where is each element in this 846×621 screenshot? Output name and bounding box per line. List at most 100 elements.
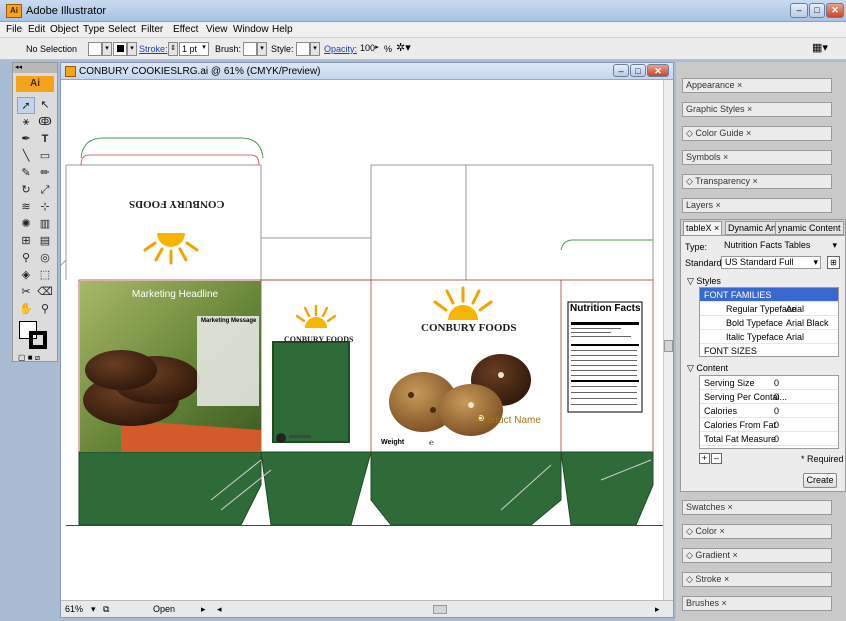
content-row-value[interactable]: 0 <box>774 418 779 432</box>
color-guide-panel-tab[interactable]: ◇ Color Guide × <box>682 126 832 141</box>
scroll-left-arrow[interactable]: ◂ <box>217 604 222 615</box>
fill-swatch[interactable] <box>88 42 102 56</box>
layers-panel-tab[interactable]: Layers × <box>682 198 832 213</box>
eraser-tool-icon[interactable]: ⌫ <box>36 284 54 301</box>
standard-options-icon[interactable]: ⊞ <box>827 256 840 269</box>
style-swatch[interactable] <box>296 42 310 56</box>
menu-view[interactable]: View <box>206 24 228 35</box>
stroke-dropdown-arrow[interactable]: ▾ <box>127 42 137 56</box>
brush-swatch[interactable] <box>243 42 257 56</box>
rotate-tool-icon[interactable]: ↻ <box>17 182 35 199</box>
menu-effect[interactable]: Effect <box>173 24 198 35</box>
list-item[interactable]: Serving Size 0 <box>700 376 838 390</box>
eyedropper-tool-icon[interactable]: ⚲ <box>17 250 35 267</box>
blend-tool-icon[interactable]: ◎ <box>36 250 54 267</box>
type-tool-icon[interactable]: T <box>36 131 54 148</box>
menu-file[interactable]: File <box>6 24 22 35</box>
opacity-arrow[interactable]: ▸ <box>372 42 382 56</box>
brush-dropdown-arrow[interactable]: ▾ <box>257 42 267 56</box>
content-row-value[interactable]: 0 <box>774 404 779 418</box>
scale-tool-icon[interactable]: ⤢ <box>36 182 54 199</box>
list-item[interactable]: FONT SIZES <box>700 344 838 356</box>
vertical-scrollbar[interactable] <box>663 80 673 600</box>
live-paint-tool-icon[interactable]: ◈ <box>17 267 35 284</box>
workspace-icon[interactable]: ▦▾ <box>812 41 828 54</box>
graphic-styles-panel-tab[interactable]: Graphic Styles × <box>682 102 832 117</box>
mesh-tool-icon[interactable]: ⊞ <box>17 233 35 250</box>
paintbrush-tool-icon[interactable]: ✎ <box>17 165 35 182</box>
artboard-canvas[interactable]: CONBURY FOODS Marketing Headline Marketi… <box>61 80 665 600</box>
live-paint-selection-icon[interactable]: ⬚ <box>36 267 54 284</box>
menu-edit[interactable]: Edit <box>28 24 45 35</box>
gradient-tool-icon[interactable]: ▤ <box>36 233 54 250</box>
hand-tool-icon[interactable]: ✋ <box>17 301 35 318</box>
content-row-value[interactable]: 0 <box>774 376 779 390</box>
menu-object[interactable]: Object <box>50 24 79 35</box>
swatches-panel-tab[interactable]: Swatches × <box>682 500 832 515</box>
list-item[interactable]: Serving Per Contai... 0 <box>700 390 838 404</box>
stroke-stepper[interactable]: ⇕ <box>168 42 178 56</box>
pencil-tool-icon[interactable]: ✏ <box>36 165 54 182</box>
doc-minimize-button[interactable]: – <box>613 64 629 77</box>
status-menu-arrow[interactable]: ▸ <box>201 604 206 615</box>
list-item[interactable]: Calories 0 <box>700 404 838 418</box>
gradient-panel-tab[interactable]: ◇ Gradient × <box>682 548 832 563</box>
color-mode-icons[interactable]: ▢ ■ ⧄ <box>18 353 54 362</box>
create-button[interactable]: Create <box>803 473 837 488</box>
stroke-color-icon[interactable] <box>29 331 47 349</box>
lasso-tool-icon[interactable]: ↂ <box>36 114 54 131</box>
maximize-button[interactable]: □ <box>809 3 825 18</box>
zoom-dropdown-arrow[interactable]: ▾ <box>91 604 96 615</box>
line-tool-icon[interactable]: ╲ <box>17 148 35 165</box>
status-text[interactable]: Open <box>153 604 175 614</box>
brushes-panel-tab[interactable]: Brushes × <box>682 596 832 611</box>
minimize-button[interactable]: – <box>790 3 808 18</box>
menu-type[interactable]: Type <box>83 24 105 35</box>
tools-panel-header[interactable]: ◂◂ <box>13 63 57 73</box>
vertical-scroll-thumb[interactable] <box>664 340 673 352</box>
list-item[interactable]: Bold Typeface Arial Black <box>700 316 838 330</box>
list-item[interactable]: Calories From Fat 0 <box>700 418 838 432</box>
style-dropdown-arrow[interactable]: ▾ <box>310 42 320 56</box>
add-row-button[interactable]: + <box>699 453 710 464</box>
tab-dynamic-content[interactable]: ynamic Content <box>775 221 844 235</box>
doc-maximize-button[interactable]: □ <box>630 64 646 77</box>
menu-select[interactable]: Select <box>108 24 136 35</box>
tab-tablex[interactable]: tableX × <box>683 221 723 235</box>
content-row-value[interactable]: 0 <box>774 390 779 404</box>
zoom-level[interactable]: 61% <box>65 604 83 614</box>
standard-select[interactable]: US Standard Full ▾ <box>721 256 821 269</box>
artboard-nav-icon[interactable]: ⧉ <box>103 604 109 615</box>
styles-section-header[interactable]: ▽ Styles <box>687 276 721 287</box>
type-select[interactable]: Nutrition Facts Tables ▾ <box>721 240 841 253</box>
content-row-value[interactable]: 0 <box>774 432 779 446</box>
transparency-panel-tab[interactable]: ◇ Transparency × <box>682 174 832 189</box>
recolor-artwork-icon[interactable]: ✲▾ <box>396 41 411 54</box>
list-item[interactable]: FONT FAMILIES <box>700 288 838 302</box>
stroke-label[interactable]: Stroke: <box>139 44 168 54</box>
magic-wand-tool-icon[interactable]: ⚹ <box>17 114 35 131</box>
menu-help[interactable]: Help <box>272 24 293 35</box>
warp-tool-icon[interactable]: ≋ <box>17 199 35 216</box>
free-transform-tool-icon[interactable]: ⊹ <box>36 199 54 216</box>
fill-dropdown-arrow[interactable]: ▾ <box>102 42 112 56</box>
rectangle-tool-icon[interactable]: ▭ <box>36 148 54 165</box>
direct-selection-tool-icon[interactable]: ↖ <box>36 97 54 114</box>
list-item[interactable]: Total Fat Measure 0 <box>700 432 838 446</box>
close-button[interactable]: ✕ <box>826 3 844 18</box>
list-item[interactable]: Italic Typeface Arial <box>700 330 838 344</box>
zoom-tool-icon[interactable]: ⚲ <box>36 301 54 318</box>
appearance-panel-tab[interactable]: Appearance × <box>682 78 832 93</box>
opacity-label[interactable]: Opacity: <box>324 44 357 54</box>
doc-close-button[interactable]: ✕ <box>647 64 669 77</box>
symbols-panel-tab[interactable]: Symbols × <box>682 150 832 165</box>
stroke-weight-arrow[interactable]: ▾ <box>199 42 209 56</box>
content-section-header[interactable]: ▽ Content <box>687 363 728 374</box>
menu-window[interactable]: Window <box>233 24 269 35</box>
symbol-sprayer-tool-icon[interactable]: ✺ <box>17 216 35 233</box>
list-item[interactable]: Regular Typeface Arial <box>700 302 838 316</box>
scroll-right-arrow[interactable]: ▸ <box>655 604 660 615</box>
menu-filter[interactable]: Filter <box>141 24 163 35</box>
graph-tool-icon[interactable]: ▥ <box>36 216 54 233</box>
horizontal-scroll-thumb[interactable] <box>433 605 447 614</box>
